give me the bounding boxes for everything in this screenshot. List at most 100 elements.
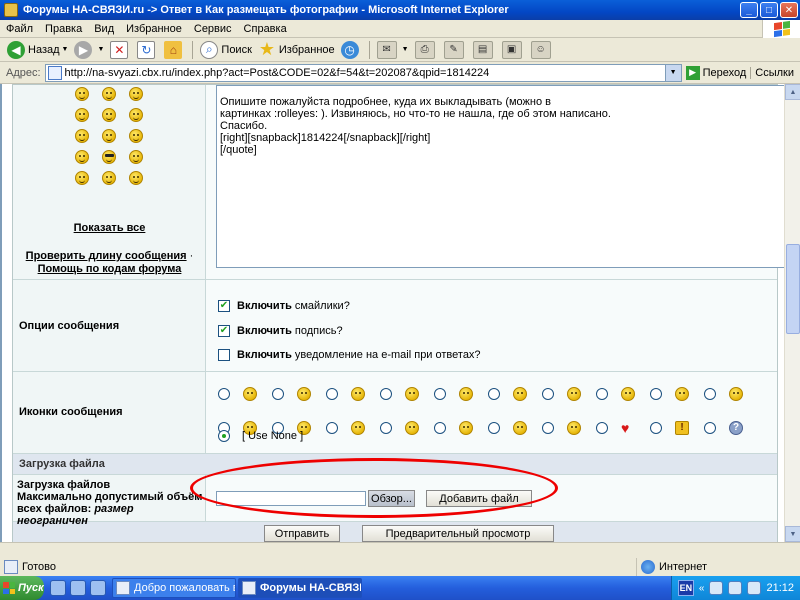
icon-radio[interactable] — [596, 387, 608, 400]
tray-expand-icon[interactable]: « — [699, 583, 705, 594]
option-signature[interactable]: ✔ Включить подпись? — [218, 325, 343, 337]
message-textarea[interactable]: Опишите пожалуйста подробнее, куда их вы… — [216, 85, 784, 268]
check-length-link[interactable]: Проверить длину сообщения — [26, 250, 187, 262]
close-button[interactable]: ✕ — [780, 2, 798, 18]
quick-launch-icon[interactable] — [90, 580, 106, 596]
address-url[interactable]: http://na-svyazi.cbx.ru/index.php?act=Po… — [65, 67, 665, 79]
smiley-icon[interactable] — [75, 171, 89, 185]
signature-checkbox[interactable]: ✔ — [218, 325, 230, 337]
use-none-radio[interactable] — [218, 430, 230, 442]
links-button[interactable]: Ссылки — [750, 66, 798, 79]
icon-radio[interactable] — [704, 387, 716, 400]
menu-edit[interactable]: Правка — [39, 23, 88, 35]
submit-button[interactable]: Отправить — [264, 525, 340, 542]
icon-radio[interactable] — [542, 421, 554, 434]
option-smilies[interactable]: ✔ Включить смайлики? — [218, 300, 350, 312]
taskbar-item-welcome[interactable]: Добро пожаловать в ли... — [112, 578, 236, 598]
address-input[interactable]: http://na-svyazi.cbx.ru/index.php?act=Po… — [44, 63, 682, 82]
search-button[interactable]: ⌕ Поиск — [197, 39, 254, 61]
smiley-icon[interactable] — [75, 129, 89, 143]
email-notify-checkbox[interactable] — [218, 349, 230, 361]
preview-button[interactable]: Предварительный просмотр — [362, 525, 554, 542]
history-icon: ◷ — [340, 40, 359, 59]
quick-launch-icon[interactable] — [50, 580, 66, 596]
menu-file[interactable]: Файл — [0, 23, 39, 35]
smiley-icon[interactable] — [129, 108, 143, 122]
option-email-notify[interactable]: Включить уведомление на e-mail при ответа… — [218, 349, 481, 361]
icon-radio[interactable] — [380, 421, 392, 434]
go-arrow-icon: ▶ — [685, 65, 700, 80]
icon-radio[interactable] — [434, 421, 446, 434]
smiley-icon[interactable] — [129, 171, 143, 185]
cool-smiley-icon[interactable] — [102, 150, 116, 164]
icon-radio[interactable] — [596, 421, 608, 434]
icon-radio[interactable] — [380, 387, 392, 400]
forward-button[interactable]: ▶ ▼ — [71, 39, 107, 61]
back-button[interactable]: ◀ Назад ▼ — [4, 39, 71, 61]
file-path-input[interactable] — [216, 491, 366, 506]
home-button[interactable]: ⌂ — [161, 39, 188, 61]
research-button[interactable]: ▣ — [499, 39, 528, 61]
refresh-button[interactable]: ↻ — [134, 39, 161, 61]
smiley-icon[interactable] — [75, 108, 89, 122]
menu-tools[interactable]: Сервис — [188, 23, 238, 35]
help-codes-link[interactable]: Помощь по кодам форума — [38, 263, 182, 275]
taskbar-item-forums[interactable]: Форумы НА-СВЯЗИ... — [238, 578, 362, 598]
mail-button[interactable]: ✉ ▼ — [374, 39, 412, 61]
scroll-up-arrow-icon[interactable]: ▲ — [785, 84, 800, 100]
icon-radio[interactable] — [272, 387, 284, 400]
menu-favorites[interactable]: Избранное — [120, 23, 188, 35]
start-button[interactable]: Пуск — [0, 576, 44, 600]
icon-radio[interactable] — [326, 421, 338, 434]
icon-radio[interactable] — [326, 387, 338, 400]
menu-help[interactable]: Справка — [238, 23, 293, 35]
smiley-icon[interactable] — [102, 171, 116, 185]
quick-launch-icon[interactable] — [70, 580, 86, 596]
smiley-icon[interactable] — [129, 150, 143, 164]
smiley-icon[interactable] — [102, 129, 116, 143]
clock[interactable]: 21:12 — [766, 582, 794, 594]
smiley-icon[interactable] — [129, 129, 143, 143]
add-file-button[interactable]: Добавить файл — [426, 490, 532, 507]
go-button[interactable]: ▶ Переход — [682, 65, 751, 80]
icon-radio[interactable] — [488, 387, 500, 400]
scroll-down-arrow-icon[interactable]: ▼ — [785, 526, 800, 542]
tray-icon[interactable] — [709, 581, 724, 595]
tray-icon[interactable] — [747, 581, 762, 595]
icon-radio[interactable] — [650, 387, 662, 400]
smiley-icon[interactable] — [75, 150, 89, 164]
icon-radio[interactable] — [488, 421, 500, 434]
stop-button[interactable]: ✕ — [107, 39, 134, 61]
icon-radio[interactable] — [218, 387, 230, 400]
language-indicator[interactable]: EN — [677, 580, 694, 596]
minimize-button[interactable]: _ — [740, 2, 758, 18]
icon-radio[interactable] — [434, 387, 446, 400]
history-button[interactable]: ◷ — [338, 39, 365, 61]
discuss-button[interactable]: ▤ — [470, 39, 499, 61]
menu-view[interactable]: Вид — [88, 23, 120, 35]
print-button[interactable]: ⎙ — [412, 39, 441, 61]
icon-radio[interactable] — [650, 421, 662, 434]
browse-button[interactable]: Обзор... — [368, 490, 415, 507]
page-scrollbar[interactable]: ▲ ▼ — [784, 84, 800, 542]
page-scroll-thumb[interactable] — [786, 244, 800, 334]
smiley-icon[interactable] — [102, 87, 116, 101]
windows-logo-icon — [762, 19, 800, 38]
tray-icon[interactable] — [728, 581, 743, 595]
smiley-icon[interactable] — [102, 108, 116, 122]
address-dropdown-icon[interactable]: ▼ — [664, 64, 681, 81]
smilies-checkbox[interactable]: ✔ — [218, 300, 230, 312]
smiley-icon[interactable] — [129, 87, 143, 101]
message-line: Опишите пожалуйста подробнее, куда их вы… — [220, 96, 552, 108]
maximize-button[interactable]: □ — [760, 2, 778, 18]
messenger-button[interactable]: ☺ — [528, 39, 557, 61]
edit-button[interactable]: ✎ — [441, 39, 470, 61]
smiley-icon[interactable] — [75, 87, 89, 101]
show-all-smilies-link[interactable]: Показать все — [74, 222, 146, 234]
smile-icon — [729, 386, 743, 401]
icon-radio[interactable] — [542, 387, 554, 400]
favorites-button[interactable]: ★ Избранное — [255, 39, 338, 61]
page-icon — [47, 65, 62, 80]
exclamation-icon: ! — [675, 420, 689, 435]
icon-radio[interactable] — [704, 421, 716, 434]
